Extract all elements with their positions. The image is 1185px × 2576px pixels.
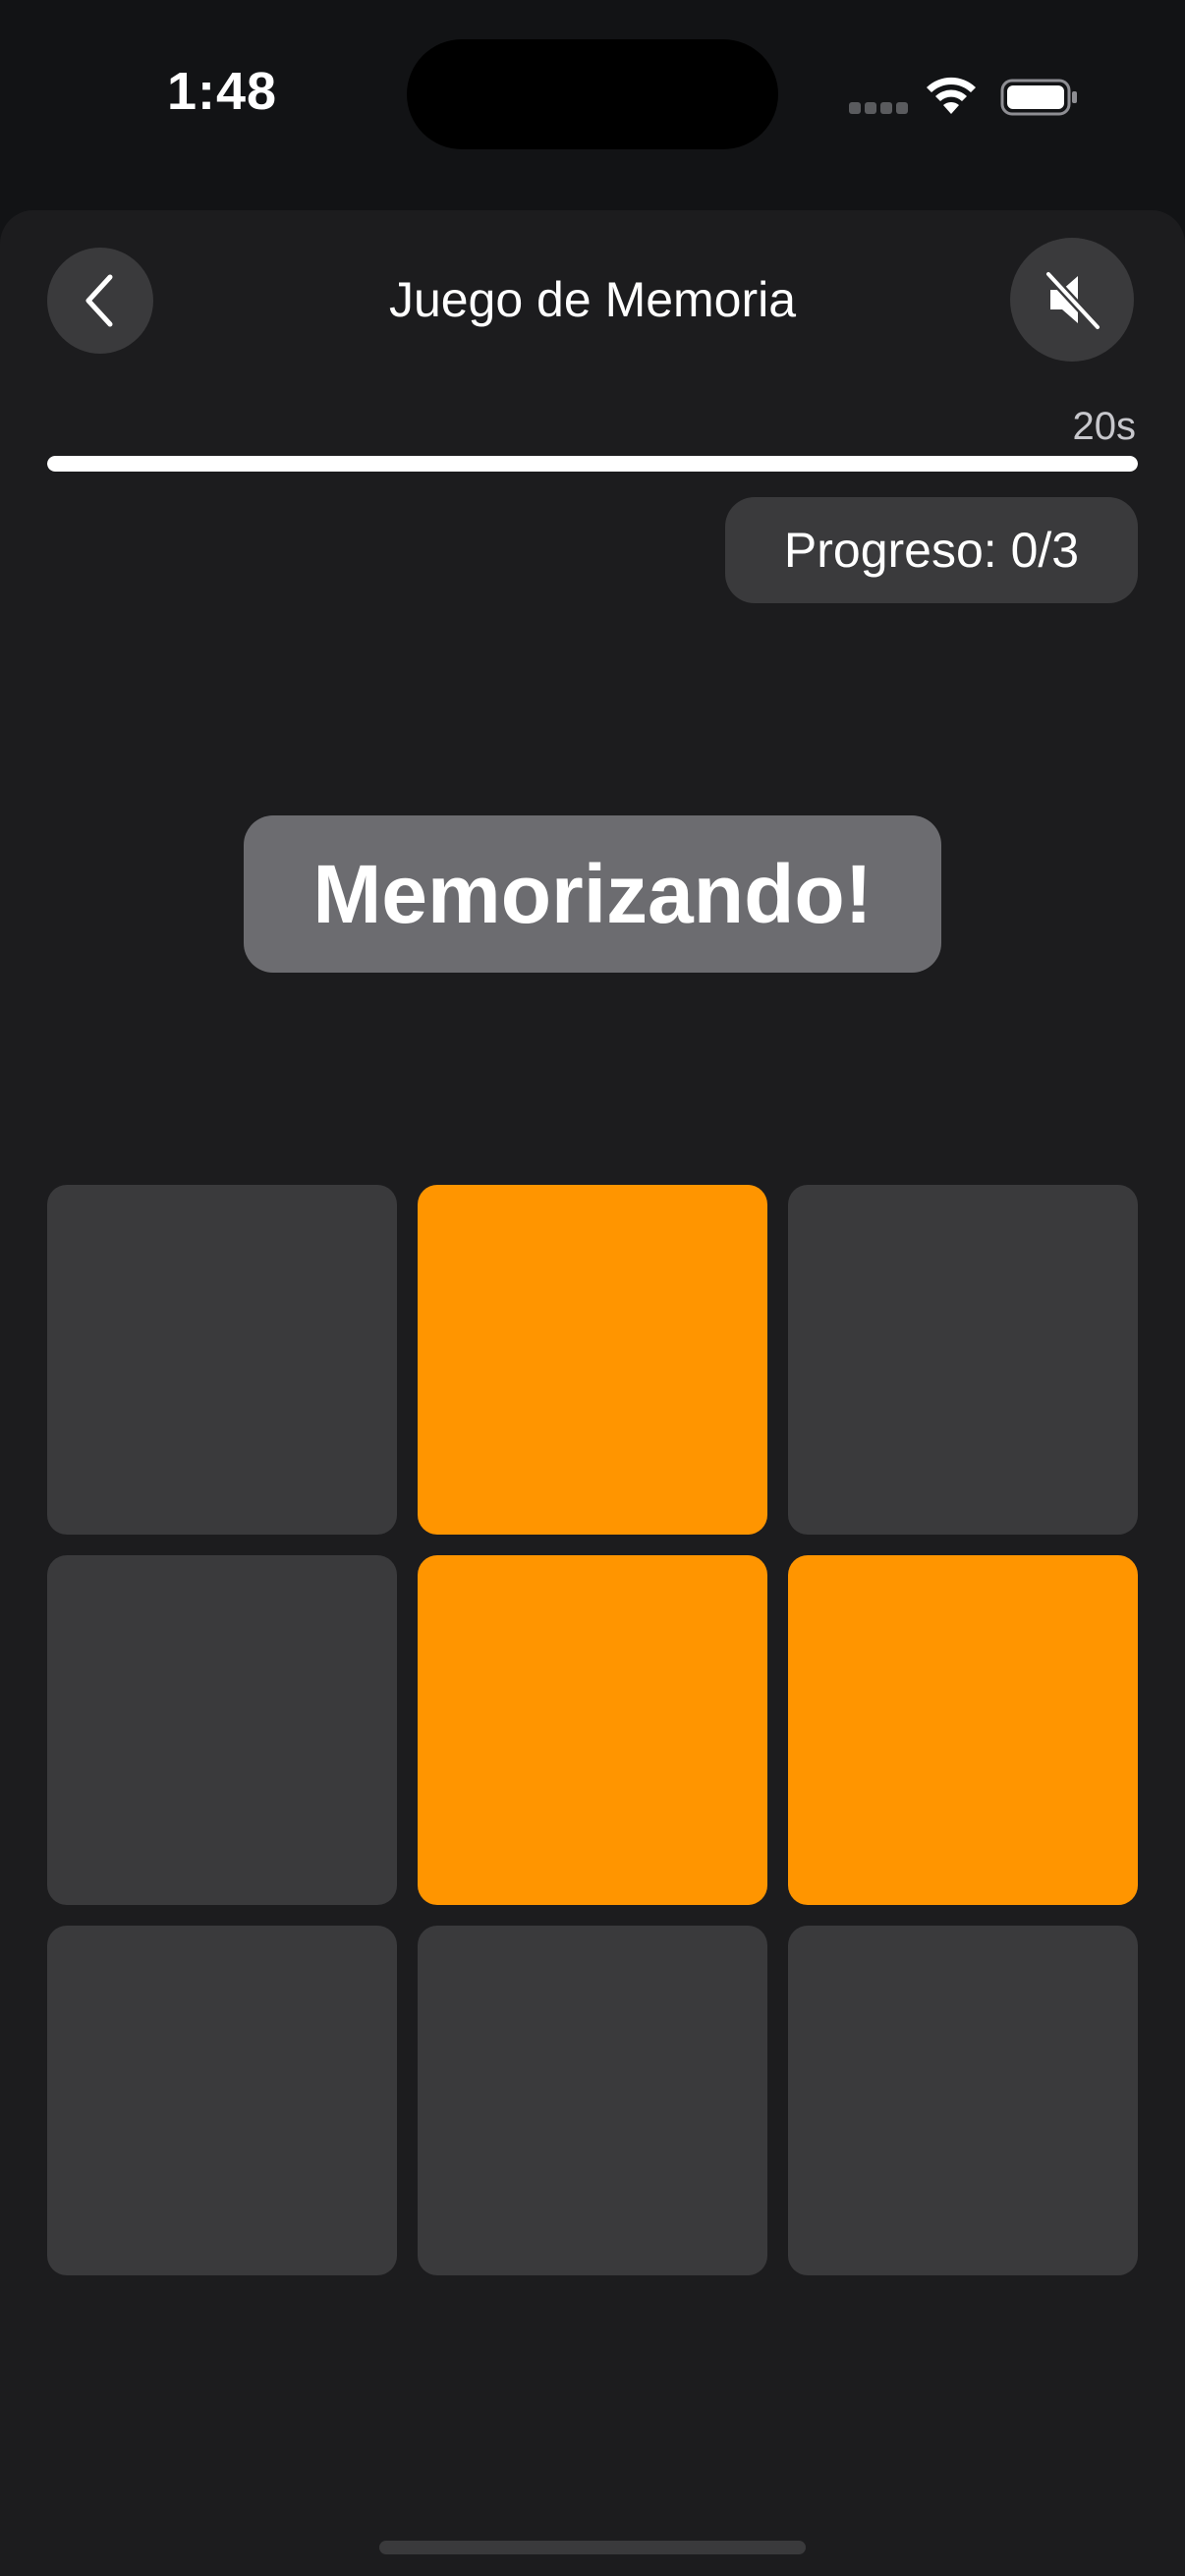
cellular-signal-icon: [849, 102, 908, 116]
grid-tile[interactable]: [47, 1185, 397, 1535]
home-indicator: [379, 2541, 806, 2554]
grid-tile[interactable]: [418, 1926, 767, 2275]
timer-progress-bar: [47, 456, 1138, 472]
timer-label: 20s: [1072, 405, 1137, 448]
grid-tile[interactable]: [47, 1926, 397, 2275]
grid-tile[interactable]: [47, 1555, 397, 1905]
status-banner: Memorizando!: [244, 815, 941, 973]
status-bar: 1:48: [0, 0, 1185, 196]
grid-tile-highlighted[interactable]: [788, 1555, 1138, 1905]
game-sheet: Juego de Memoria 20s Progreso: 0/3 Memor…: [0, 210, 1185, 2576]
grid-tile-highlighted[interactable]: [418, 1555, 767, 1905]
page-title: Juego de Memoria: [388, 272, 797, 327]
wifi-icon: [927, 77, 976, 114]
battery-icon: [1000, 79, 1077, 116]
dynamic-island: [407, 39, 778, 149]
progress-badge: Progreso: 0/3: [725, 497, 1138, 603]
timer-progress-fill: [47, 456, 1138, 472]
speaker-muted-icon: [1044, 269, 1102, 332]
grid-tile-highlighted[interactable]: [418, 1185, 767, 1535]
memory-grid: [47, 1185, 1138, 2275]
grid-tile[interactable]: [788, 1185, 1138, 1535]
grid-tile[interactable]: [788, 1926, 1138, 2275]
status-time: 1:48: [167, 62, 278, 121]
mute-toggle-button[interactable]: [1010, 238, 1134, 362]
